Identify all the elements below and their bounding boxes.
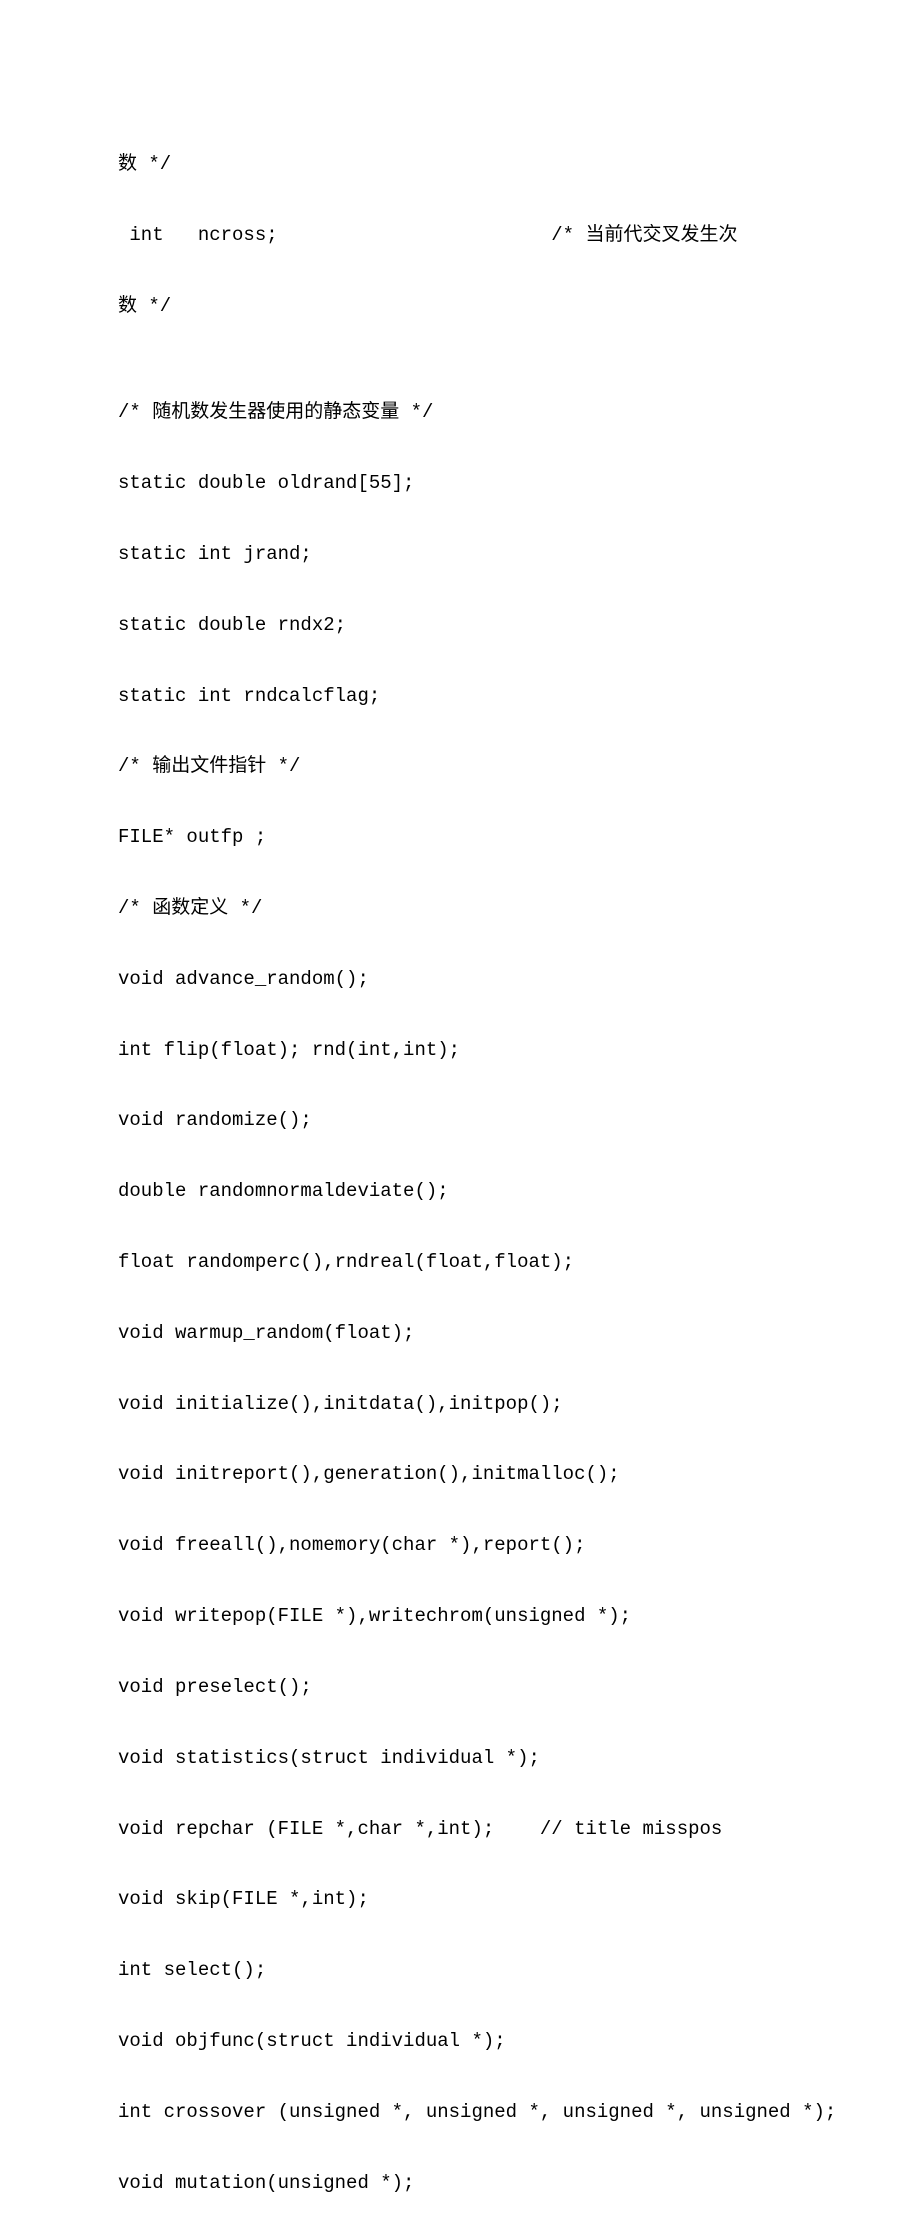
code-line: static int rndcalcflag; (118, 679, 810, 714)
code-line: 数 */ (118, 289, 810, 324)
code-line: FILE* outfp ; (118, 820, 810, 855)
code-line: static double rndx2; (118, 608, 810, 643)
code-line: static int jrand; (118, 537, 810, 572)
code-line: int crossover (unsigned *, unsigned *, u… (118, 2095, 810, 2130)
code-line: void advance_random(); (118, 962, 810, 997)
code-line: void statistics(struct individual *); (118, 1741, 810, 1776)
document-page: 数 */ int ncross; /* 当前代交叉发生次 数 */ /* 随机数… (0, 0, 920, 2236)
code-line: void preselect(); (118, 1670, 810, 1705)
code-line: float randomperc(),rndreal(float,float); (118, 1245, 810, 1280)
code-line: void freeall(),nomemory(char *),report()… (118, 1528, 810, 1563)
code-line: static double oldrand[55]; (118, 466, 810, 501)
code-line: /* 输出文件指针 */ (118, 749, 810, 784)
code-line: void skip(FILE *,int); (118, 1882, 810, 1917)
code-line: void mutation(unsigned *); (118, 2166, 810, 2201)
code-line: double randomnormaldeviate(); (118, 1174, 810, 1209)
code-line: /* 函数定义 */ (118, 891, 810, 926)
code-line: void writepop(FILE *),writechrom(unsigne… (118, 1599, 810, 1634)
code-line: void randomize(); (118, 1103, 810, 1138)
code-line: void objfunc(struct individual *); (118, 2024, 810, 2059)
code-line: int ncross; /* 当前代交叉发生次 (118, 218, 810, 253)
code-line: /* 随机数发生器使用的静态变量 */ (118, 395, 810, 430)
code-line: int select(); (118, 1953, 810, 1988)
code-line: int flip(float); rnd(int,int); (118, 1033, 810, 1068)
code-line: void repchar (FILE *,char *,int); // tit… (118, 1812, 810, 1847)
code-line: void initreport(),generation(),initmallo… (118, 1457, 810, 1492)
code-line: void warmup_random(float); (118, 1316, 810, 1351)
code-line: 数 */ (118, 147, 810, 182)
code-line: void initialize(),initdata(),initpop(); (118, 1387, 810, 1422)
